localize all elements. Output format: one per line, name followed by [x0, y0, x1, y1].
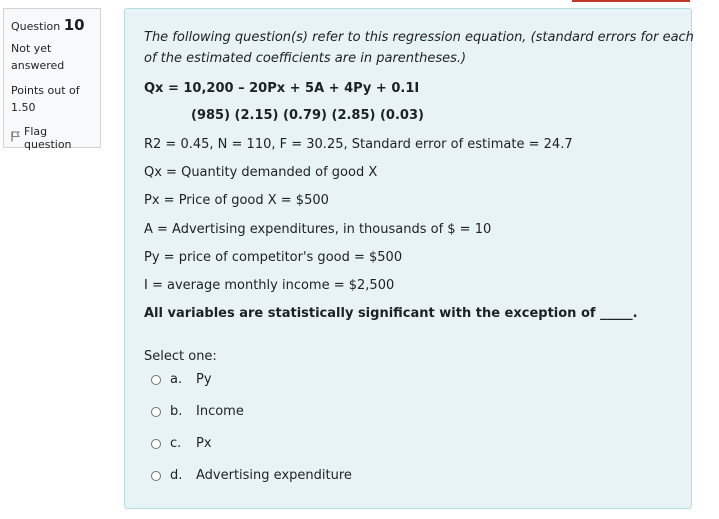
- radio-button-b[interactable]: [151, 406, 161, 417]
- question-intro-line-1: The following question(s) refer to this …: [144, 30, 694, 45]
- standard-errors: (985) (2.15) (0.79) (2.85) (0.03): [191, 108, 424, 123]
- option-text: Income: [196, 404, 244, 419]
- flag-question-button[interactable]: Flag question: [11, 125, 93, 151]
- select-one-label: Select one:: [144, 349, 217, 364]
- answer-option-c[interactable]: c. Px: [151, 436, 212, 451]
- option-letter: a.: [170, 372, 183, 387]
- state-line-2: answered: [11, 59, 65, 72]
- answer-option-b[interactable]: b. Income: [151, 404, 244, 419]
- definition-i: I = average monthly income = $2,500: [144, 278, 395, 293]
- question-state: Not yet answered: [11, 40, 93, 74]
- option-text: Advertising expenditure: [196, 468, 352, 483]
- flag-icon: [11, 131, 20, 145]
- state-line-1: Not yet: [11, 42, 52, 55]
- grade-line-2: 1.50: [11, 101, 36, 114]
- radio-button-c[interactable]: [151, 438, 161, 449]
- option-letter: b.: [170, 404, 183, 419]
- option-text: Py: [196, 372, 212, 387]
- flag-question-label: Flag question: [24, 125, 72, 151]
- option-text: Px: [196, 436, 212, 451]
- grade-line-1: Points out of: [11, 84, 80, 97]
- top-accent-bar: [572, 0, 690, 2]
- question-content: The following question(s) refer to this …: [124, 8, 694, 509]
- question-grade: Points out of 1.50: [11, 82, 93, 116]
- question-info-panel: Question 10 Not yet answered Points out …: [3, 8, 101, 151]
- regression-equation: Qx = 10,200 – 20Px + 5A + 4Py + 0.1I: [144, 81, 420, 96]
- definition-a: A = Advertising expenditures, in thousan…: [144, 222, 492, 237]
- answer-option-a[interactable]: a. Py: [151, 372, 212, 387]
- question-prompt: All variables are statistically signific…: [144, 306, 638, 321]
- definition-qx: Qx = Quantity demanded of good X: [144, 165, 378, 180]
- regression-stats: R2 = 0.45, N = 110, F = 30.25, Standard …: [144, 137, 573, 152]
- option-letter: d.: [170, 468, 183, 483]
- question-number-heading: Question 10: [11, 16, 93, 34]
- question-intro-line-2: of the estimated coefficients are in par…: [144, 51, 467, 66]
- radio-button-d[interactable]: [151, 470, 161, 481]
- question-number: 10: [63, 16, 85, 34]
- definition-py: Py = price of competitor's good = $500: [144, 250, 403, 265]
- question-label: Question: [11, 20, 61, 33]
- definition-px: Px = Price of good X = $500: [144, 193, 329, 208]
- answer-option-d[interactable]: d. Advertising expenditure: [151, 468, 352, 483]
- radio-button-a[interactable]: [151, 374, 161, 385]
- option-letter: c.: [170, 436, 182, 451]
